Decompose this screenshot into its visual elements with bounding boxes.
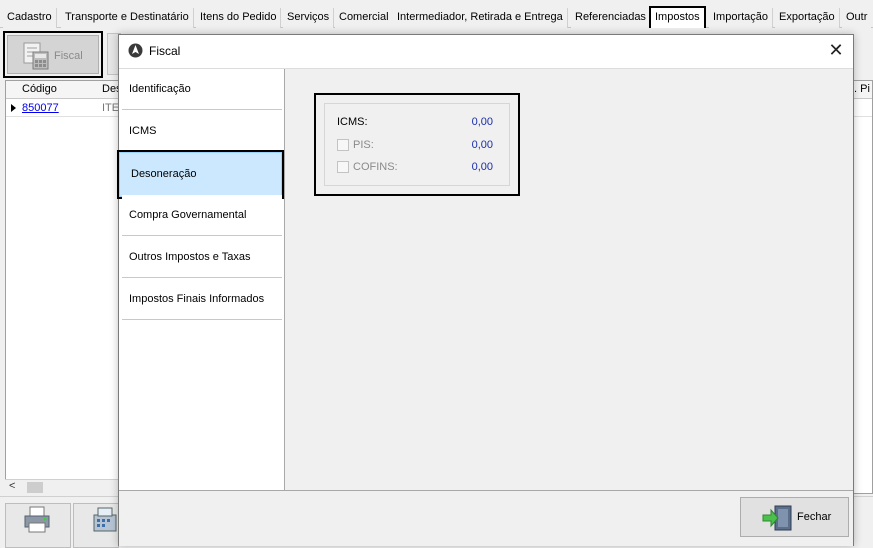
fechar-label: Fechar	[797, 511, 832, 523]
fiscal-calculator-icon	[23, 42, 49, 70]
column-header-pi[interactable]: . Pi	[854, 83, 870, 95]
nav-item-impostos-finais[interactable]: Impostos Finais Informados	[122, 279, 282, 320]
dialog-titlebar[interactable]: Fiscal ✕	[119, 35, 853, 67]
icms-label: ICMS:	[337, 116, 368, 128]
scroll-left-arrow[interactable]: <	[9, 480, 15, 492]
item-description: ITE	[102, 102, 120, 114]
scroll-thumb[interactable]	[27, 482, 43, 493]
column-header-codigo[interactable]: Código	[22, 83, 57, 95]
horizontal-scrollbar[interactable]: <	[5, 479, 120, 494]
nav-item-desoneracao[interactable]: Desoneração	[117, 150, 284, 199]
desoneracao-values-highlight: ICMS: 0,00 PIS: 0,00 COFINS: 0,00	[314, 93, 520, 196]
fiscal-app-icon	[128, 43, 143, 58]
nav-item-identificacao[interactable]: Identificação	[122, 69, 282, 110]
desoneracao-values-group: ICMS: 0,00 PIS: 0,00 COFINS: 0,00	[324, 103, 510, 186]
tab-importacao[interactable]: Importação	[709, 8, 774, 28]
close-icon[interactable]: ✕	[819, 35, 853, 65]
icms-value[interactable]: 0,00	[472, 116, 493, 128]
nav-item-compra-governamental[interactable]: Compra Governamental	[122, 195, 282, 236]
pis-value[interactable]: 0,00	[472, 139, 493, 151]
cofins-value[interactable]: 0,00	[472, 161, 493, 173]
tab-servicos[interactable]: Serviços	[283, 8, 335, 28]
dialog-footer: Fechar	[119, 490, 853, 546]
tab-referenciadas[interactable]: Referenciadas	[571, 8, 651, 28]
cash-register-icon	[93, 507, 117, 532]
pis-row: PIS: 0,00	[337, 137, 501, 153]
fiscal-dialog: Fiscal ✕ Identificação ICMS Desoneração …	[117, 34, 854, 546]
printer-icon	[24, 506, 50, 533]
tab-outros[interactable]: Outr	[842, 8, 872, 28]
cofins-checkbox[interactable]	[337, 161, 349, 173]
fiscal-nav: Identificação ICMS Desoneração Compra Go…	[117, 69, 285, 491]
tab-impostos[interactable]: Impostos	[649, 6, 706, 28]
cofins-label: COFINS:	[353, 161, 398, 173]
fiscal-toolbar-label: Fiscal	[54, 50, 83, 62]
cofins-row: COFINS: 0,00	[337, 159, 501, 175]
fechar-button[interactable]: Fechar	[740, 497, 849, 537]
tab-intermediador[interactable]: Intermediador, Retirada e Entrega	[393, 8, 568, 28]
tab-comercial[interactable]: Comercial	[335, 8, 394, 28]
row-indicator-icon	[11, 104, 16, 112]
item-code-link[interactable]: 850077	[22, 102, 59, 114]
exit-door-icon	[762, 505, 792, 531]
dialog-body: Identificação ICMS Desoneração Compra Go…	[117, 68, 853, 491]
icms-row: ICMS: 0,00	[337, 114, 501, 130]
tab-itens-do-pedido[interactable]: Itens do Pedido	[196, 8, 282, 28]
main-tab-strip: Cadastro Transporte e Destinatário Itens…	[0, 0, 873, 28]
nav-item-outros-impostos[interactable]: Outros Impostos e Taxas	[122, 237, 282, 278]
tab-exportacao[interactable]: Exportação	[775, 8, 840, 28]
tab-cadastro[interactable]: Cadastro	[3, 8, 57, 28]
pis-label: PIS:	[353, 139, 374, 151]
pis-checkbox[interactable]	[337, 139, 349, 151]
tab-transporte-destinatario[interactable]: Transporte e Destinatário	[61, 8, 194, 28]
desoneracao-panel: ICMS: 0,00 PIS: 0,00 COFINS: 0,00	[286, 69, 853, 491]
fiscal-toolbar-button[interactable]: Fiscal	[3, 31, 103, 78]
dialog-title: Fiscal	[149, 44, 181, 58]
nav-item-icms[interactable]: ICMS	[122, 111, 282, 152]
